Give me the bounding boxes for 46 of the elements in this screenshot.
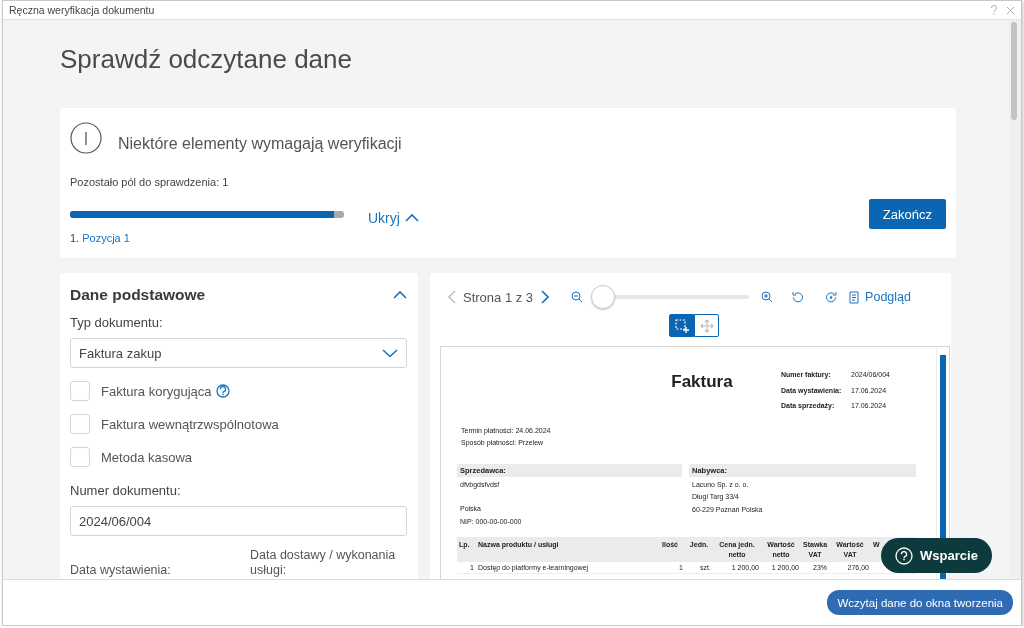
document-icon xyxy=(849,290,860,304)
item-link[interactable]: Pozycja 1 xyxy=(82,231,130,245)
checkbox[interactable] xyxy=(70,447,90,467)
field-label: Typ dokumentu: xyxy=(70,314,163,332)
preview-link[interactable]: Podgląd xyxy=(849,290,911,304)
support-button[interactable]: Wsparcie xyxy=(881,538,992,573)
hide-toggle-link[interactable]: Ukryj xyxy=(368,210,419,226)
chevron-up-icon[interactable] xyxy=(393,290,407,300)
document-type-dropdown[interactable]: Faktura zakup xyxy=(70,338,407,368)
zoom-out-icon[interactable] xyxy=(571,291,584,303)
help-icon xyxy=(895,546,914,565)
help-icon[interactable] xyxy=(990,5,998,15)
rotate-right-icon[interactable] xyxy=(825,291,838,303)
selection-icon xyxy=(674,318,689,333)
field-label: Data dostawy / wykonania usługi: xyxy=(250,548,397,578)
close-icon[interactable] xyxy=(1006,5,1015,15)
rotate-left-icon[interactable] xyxy=(792,291,805,303)
field-label: Numer dokumentu: xyxy=(70,482,181,500)
chevron-right-icon[interactable] xyxy=(541,290,550,304)
load-data-button[interactable]: Wczytaj dane do okna tworzenia xyxy=(827,590,1013,615)
zoom-in-icon[interactable] xyxy=(761,291,774,303)
remaining-fields-text: Pozostało pól do sprawdzenia: 1 xyxy=(70,175,229,189)
checkbox[interactable] xyxy=(70,381,90,401)
invoice-title: Faktura xyxy=(671,372,733,391)
page-heading: Sprawdź odczytane dane xyxy=(60,43,353,76)
chevron-up-icon xyxy=(404,213,419,223)
warning-message: Niektóre elementy wymagają weryfikacji xyxy=(118,134,402,154)
checkbox-label: Faktura wewnątrzwspólnotowa xyxy=(101,416,279,432)
zoom-slider[interactable] xyxy=(591,285,750,309)
checkbox-label: Faktura korygująca xyxy=(101,383,212,399)
window-title: Ręczna weryfikacja dokumentu xyxy=(9,4,156,16)
checkbox[interactable] xyxy=(70,414,90,434)
move-icon xyxy=(699,318,714,333)
info-icon xyxy=(70,122,102,154)
page-indicator: Strona 1 z 3 xyxy=(463,289,534,305)
move-tool-button[interactable] xyxy=(694,314,719,337)
select-tool-button[interactable] xyxy=(669,314,694,337)
field-label: Data wystawienia: xyxy=(70,563,172,578)
checkbox-label: Metoda kasowa xyxy=(101,449,193,465)
section-title: Dane podstawowe xyxy=(70,286,206,304)
zoom-slider-thumb[interactable] xyxy=(591,285,616,309)
finish-button[interactable]: Zakończ xyxy=(868,199,946,229)
scrollbar[interactable] xyxy=(1009,20,1021,579)
chevron-down-icon xyxy=(382,348,398,358)
item-number: 1. xyxy=(70,231,80,245)
document-number-field[interactable]: 2024/06/004 xyxy=(70,506,407,536)
